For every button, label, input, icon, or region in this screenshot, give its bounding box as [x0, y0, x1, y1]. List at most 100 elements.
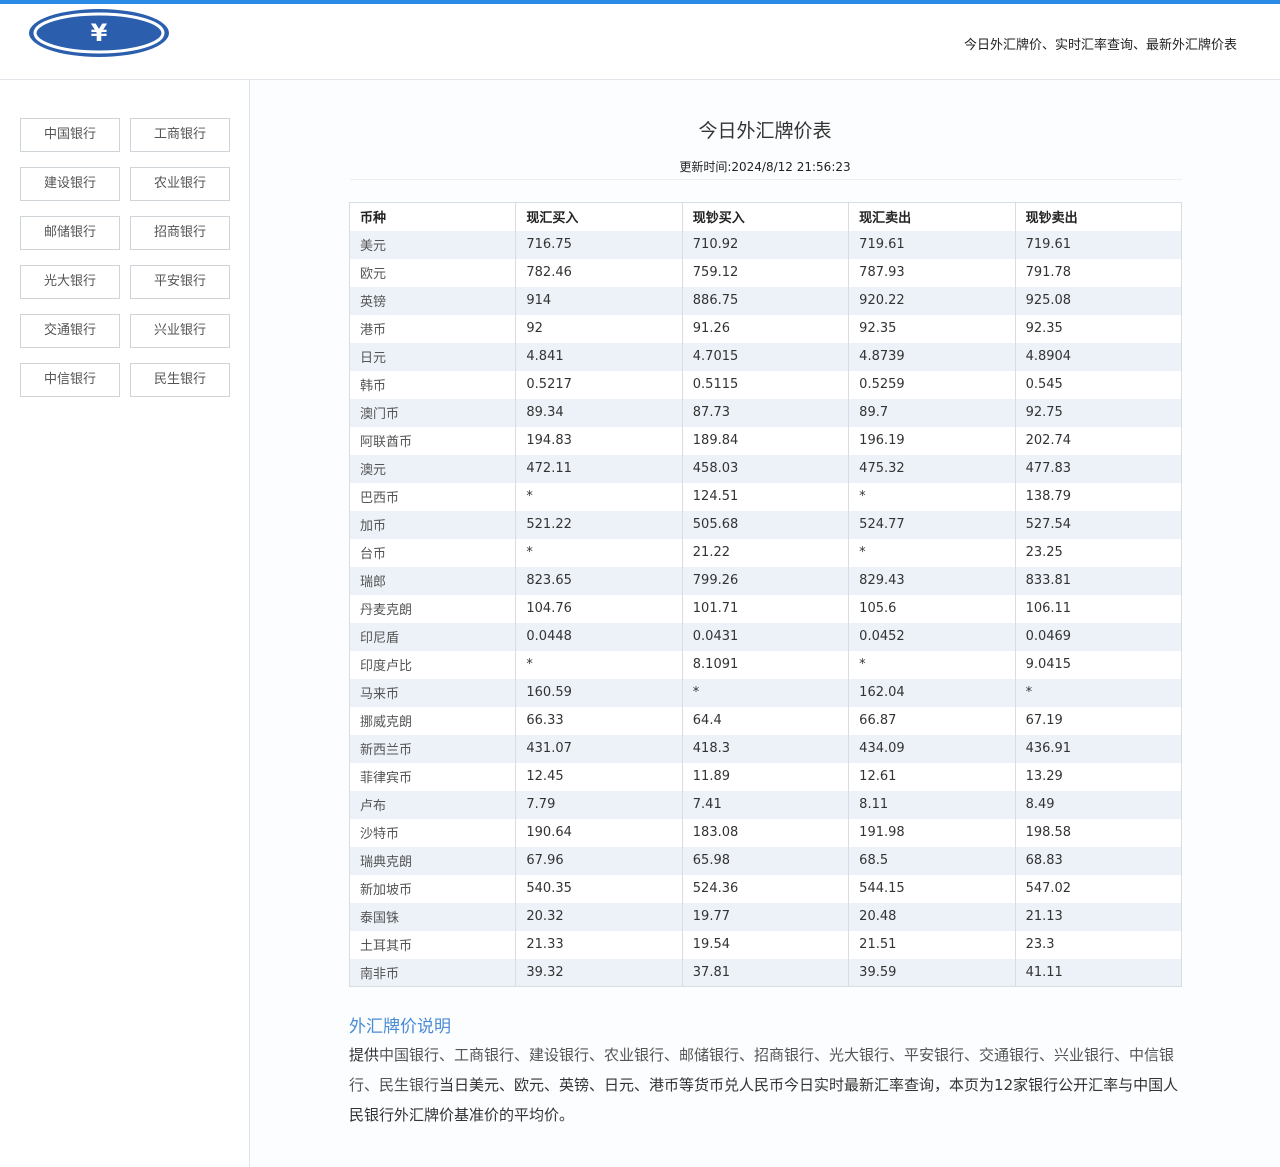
- rate-cell: 547.02: [1014, 874, 1182, 903]
- rate-cell: 925.08: [1014, 286, 1182, 315]
- bank-button-cmbc[interactable]: 民生银行: [130, 363, 230, 397]
- table-row: 加币 521.22 505.68 524.77 527.54: [348, 510, 1182, 539]
- description-body: 当日美元、欧元、英镑、日元、港币等货币兑人民币今日实时最新汇率查询，本页为12家…: [349, 1076, 1179, 1124]
- rate-cell: 799.26: [681, 566, 849, 595]
- rate-cell: 0.0431: [681, 622, 849, 651]
- table-row: 菲律宾币 12.45 11.89 12.61 13.29: [348, 762, 1182, 791]
- bank-button-ceb[interactable]: 光大银行: [20, 265, 120, 299]
- rate-cell: 89.7: [848, 398, 1016, 427]
- main-content: 今日外汇牌价表 更新时间:2024/8/12 21:56:23 币种 现汇买入 …: [250, 80, 1280, 1167]
- rate-cell: 823.65: [515, 566, 683, 595]
- bank-button-psbc[interactable]: 邮储银行: [20, 216, 120, 250]
- rate-cell: 782.46: [515, 258, 683, 287]
- table-row: 南非币 39.32 37.81 39.59 41.11: [348, 958, 1182, 987]
- rate-cell: 544.15: [848, 874, 1016, 903]
- rate-cell: 12.61: [848, 762, 1016, 791]
- rate-cell: 21.51: [848, 930, 1016, 959]
- rate-cell: 4.841: [515, 342, 683, 371]
- table-row: 美元 716.75 710.92 719.61 719.61: [348, 230, 1182, 259]
- column-header: 币种: [348, 202, 516, 231]
- rate-cell: 92.75: [1014, 398, 1182, 427]
- rate-cell: 11.89: [681, 762, 849, 791]
- bank-button-abc[interactable]: 农业银行: [130, 167, 230, 201]
- rate-cell: *: [515, 538, 683, 567]
- currency-name-cell: 南非币: [348, 958, 516, 987]
- column-header: 现钞买入: [681, 202, 849, 231]
- sidebar: 中国银行 工商银行 建设银行 农业银行 邮储银行 招商银行 光大银行 平安银行 …: [0, 80, 250, 1167]
- header: ¥ 今日外汇牌价、实时汇率查询、最新外汇牌价表: [0, 4, 1280, 80]
- rate-cell: 7.41: [681, 790, 849, 819]
- rate-cell: 20.32: [515, 902, 683, 931]
- currency-name-cell: 新西兰币: [348, 734, 516, 763]
- rate-cell: 524.77: [848, 510, 1016, 539]
- bank-button-pingan[interactable]: 平安银行: [130, 265, 230, 299]
- rate-cell: 540.35: [515, 874, 683, 903]
- rate-cell: *: [848, 482, 1016, 511]
- rate-cell: 719.61: [1014, 230, 1182, 259]
- description-text: 提供中国银行、工商银行、建设银行、农业银行、邮储银行、招商银行、光大银行、平安银…: [349, 1040, 1185, 1130]
- rate-cell: 521.22: [515, 510, 683, 539]
- rate-cell: 833.81: [1014, 566, 1182, 595]
- rate-cell: 0.0469: [1014, 622, 1182, 651]
- rate-cell: 68.83: [1014, 846, 1182, 875]
- currency-name-cell: 泰国铢: [348, 902, 516, 931]
- rate-cell: 101.71: [681, 594, 849, 623]
- rate-cell: 92.35: [848, 314, 1016, 343]
- table-row: 土耳其币 21.33 19.54 21.51 23.3: [348, 930, 1182, 959]
- rate-cell: 475.32: [848, 454, 1016, 483]
- rate-cell: 190.64: [515, 818, 683, 847]
- rate-cell: 914: [515, 286, 683, 315]
- rate-cell: 0.5115: [681, 370, 849, 399]
- bank-button-boc[interactable]: 中国银行: [20, 118, 120, 152]
- rate-cell: 65.98: [681, 846, 849, 875]
- bank-button-ccb[interactable]: 建设银行: [20, 167, 120, 201]
- rate-cell: 719.61: [848, 230, 1016, 259]
- rate-cell: *: [1014, 678, 1182, 707]
- table-row: 瑞典克朗 67.96 65.98 68.5 68.83: [348, 846, 1182, 875]
- rate-cell: 160.59: [515, 678, 683, 707]
- bank-button-citic[interactable]: 中信银行: [20, 363, 120, 397]
- table-row: 新西兰币 431.07 418.3 434.09 436.91: [348, 734, 1182, 763]
- rate-cell: 0.545: [1014, 370, 1182, 399]
- bank-button-bocom[interactable]: 交通银行: [20, 314, 120, 348]
- currency-name-cell: 土耳其币: [348, 930, 516, 959]
- rate-cell: 0.0448: [515, 622, 683, 651]
- rate-cell: 505.68: [681, 510, 849, 539]
- currency-name-cell: 澳元: [348, 454, 516, 483]
- currency-name-cell: 丹麦克朗: [348, 594, 516, 623]
- rate-cell: 162.04: [848, 678, 1016, 707]
- rate-cell: 527.54: [1014, 510, 1182, 539]
- rate-cell: 189.84: [681, 426, 849, 455]
- currency-name-cell: 瑞典克朗: [348, 846, 516, 875]
- rate-cell: 39.59: [848, 958, 1016, 987]
- bank-button-cib[interactable]: 兴业银行: [130, 314, 230, 348]
- rate-cell: 829.43: [848, 566, 1016, 595]
- rate-cell: 39.32: [515, 958, 683, 987]
- divider: [350, 179, 1182, 180]
- bank-button-cmb[interactable]: 招商银行: [130, 216, 230, 250]
- rate-cell: 787.93: [848, 258, 1016, 287]
- table-row: 澳元 472.11 458.03 475.32 477.83: [348, 454, 1182, 483]
- rate-cell: 920.22: [848, 286, 1016, 315]
- table-row: 欧元 782.46 759.12 787.93 791.78: [348, 258, 1182, 287]
- currency-name-cell: 卢布: [348, 790, 516, 819]
- rate-cell: 4.7015: [681, 342, 849, 371]
- rate-cell: 64.4: [681, 706, 849, 735]
- rate-cell: 68.5: [848, 846, 1016, 875]
- rate-cell: 759.12: [681, 258, 849, 287]
- rate-cell: 21.13: [1014, 902, 1182, 931]
- table-row: 台币 * 21.22 * 23.25: [348, 538, 1182, 567]
- currency-name-cell: 加币: [348, 510, 516, 539]
- rate-cell: 124.51: [681, 482, 849, 511]
- currency-name-cell: 日元: [348, 342, 516, 371]
- rate-cell: 106.11: [1014, 594, 1182, 623]
- table-row: 港币 92 91.26 92.35 92.35: [348, 314, 1182, 343]
- currency-name-cell: 台币: [348, 538, 516, 567]
- rate-cell: 0.5259: [848, 370, 1016, 399]
- site-logo[interactable]: ¥: [28, 8, 170, 58]
- currency-name-cell: 英镑: [348, 286, 516, 315]
- table-row: 沙特币 190.64 183.08 191.98 198.58: [348, 818, 1182, 847]
- bank-button-icbc[interactable]: 工商银行: [130, 118, 230, 152]
- rate-cell: 67.96: [515, 846, 683, 875]
- rate-cell: 23.3: [1014, 930, 1182, 959]
